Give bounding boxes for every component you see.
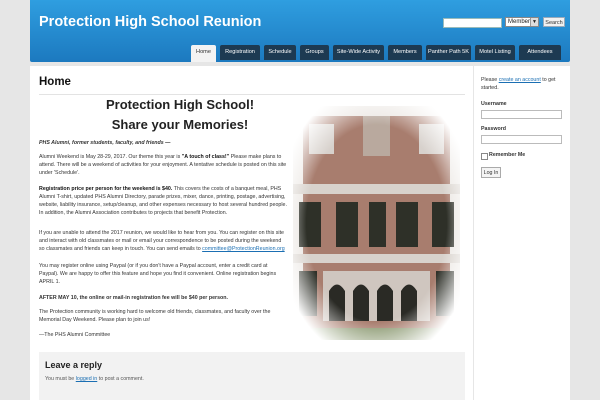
chevron-down-icon: ▼ bbox=[530, 18, 538, 26]
search-scope-select[interactable]: Members ▼ bbox=[505, 17, 539, 27]
reply-text: You must be logged in to post a comment. bbox=[45, 376, 144, 382]
username-field[interactable] bbox=[481, 110, 562, 119]
site-title[interactable]: Protection High School Reunion bbox=[39, 14, 261, 30]
divider bbox=[39, 94, 465, 95]
paragraph-contact: If you are unable to attend the 2017 reu… bbox=[39, 230, 287, 254]
main-content: Home Protection High School! Share your … bbox=[30, 66, 473, 400]
nav-item-registration[interactable]: Registration bbox=[220, 45, 260, 60]
search-input[interactable] bbox=[443, 18, 502, 28]
signature-text: —The PHS Alumni Committee bbox=[39, 332, 111, 338]
create-account-link[interactable]: create an account bbox=[499, 77, 541, 83]
paragraph-text: Alumni Weekend is May 28-29, 2017. Our t… bbox=[39, 154, 181, 160]
price-text: Registration price per person for the we… bbox=[39, 186, 173, 192]
nav-item-members[interactable]: Members bbox=[388, 45, 422, 60]
hero-title-line2: Share your Memories! bbox=[111, 117, 249, 132]
password-field[interactable] bbox=[481, 135, 562, 144]
reply-text-part: to post a comment. bbox=[98, 376, 144, 382]
comment-section: Leave a reply You must be logged in to p… bbox=[39, 352, 465, 400]
sidebar-intro-text: Please bbox=[481, 77, 498, 83]
sidebar-intro: Please create an account to get started. bbox=[481, 76, 567, 92]
email-link[interactable]: committee@ProtectionReunion.org bbox=[202, 246, 285, 252]
hero-title-line1: Protection High School! bbox=[105, 97, 255, 112]
page-title: Home bbox=[39, 76, 71, 88]
paragraph-paypal: You may register online using Paypal (or… bbox=[39, 263, 277, 285]
login-button[interactable]: Log In bbox=[481, 167, 501, 178]
username-label: Username bbox=[481, 101, 507, 107]
nav-item-home[interactable]: Home bbox=[191, 45, 216, 62]
search-button[interactable]: Search bbox=[543, 17, 565, 27]
nav-item-site-wide-activity[interactable]: Site-Wide Activity bbox=[333, 45, 384, 60]
nav-item-motel-listing[interactable]: Motel Listing bbox=[475, 45, 515, 60]
nav-item-schedule[interactable]: Schedule bbox=[264, 45, 296, 60]
site-header: Protection High School Reunion Members ▼… bbox=[30, 0, 570, 62]
nav-item-panther-path-5k[interactable]: Panther Path 5K bbox=[426, 45, 471, 60]
theme-text: "A touch of class!" bbox=[181, 154, 230, 160]
school-building-image bbox=[293, 106, 460, 340]
greeting-text: PHS Alumni, former students, faculty, an… bbox=[39, 140, 171, 146]
paragraph-schedule: Alumni Weekend is May 28-29, 2017. Our t… bbox=[39, 154, 287, 178]
nav-item-attendees[interactable]: Attendees bbox=[519, 45, 561, 60]
password-label: Password bbox=[481, 126, 507, 132]
remember-me-checkbox[interactable] bbox=[481, 153, 488, 160]
sidebar: Please create an account to get started.… bbox=[474, 66, 570, 400]
remember-me-label: Remember Me bbox=[489, 152, 526, 158]
paragraph-price: Registration price per person for the we… bbox=[39, 186, 287, 218]
login-link[interactable]: logged in bbox=[76, 376, 98, 382]
nav-item-groups[interactable]: Groups bbox=[300, 45, 329, 60]
reply-text-part: You must be bbox=[45, 376, 75, 382]
reply-title: Leave a reply bbox=[45, 360, 103, 370]
paragraph-late-fee: AFTER MAY 10, the online or mail-in regi… bbox=[39, 295, 228, 301]
paragraph-community: The Protection community is working hard… bbox=[39, 309, 271, 323]
